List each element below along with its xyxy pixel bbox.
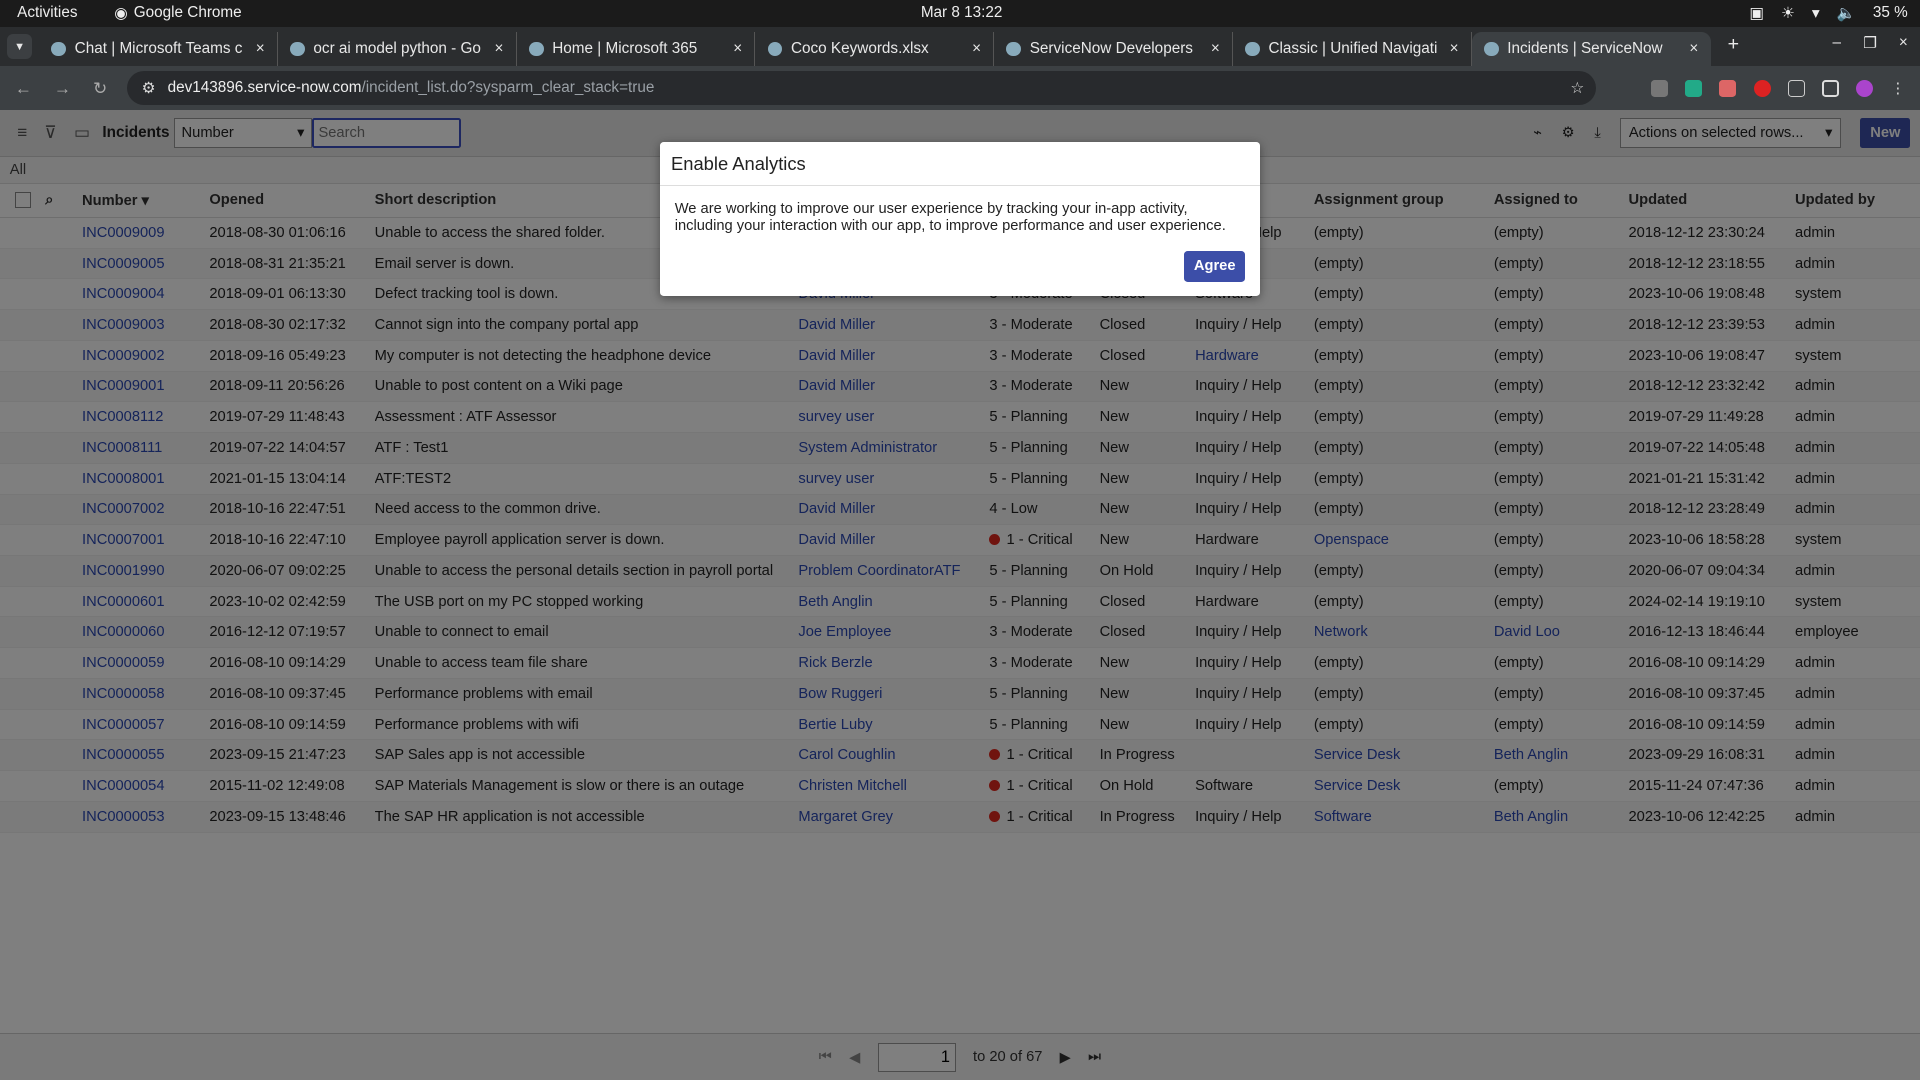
favicon-icon	[767, 41, 783, 57]
extension-icon[interactable]	[1684, 79, 1703, 97]
favicon-icon	[51, 41, 67, 57]
url-host: dev143896.service-now.com	[167, 79, 362, 97]
browser-tab[interactable]: Incidents | ServiceNow ×	[1471, 31, 1711, 67]
brightness-icon: ☀	[1781, 4, 1795, 22]
side-panel-icon[interactable]	[1822, 79, 1840, 97]
stop-extension-icon[interactable]	[1753, 79, 1771, 97]
chrome-icon: ◉	[114, 4, 128, 22]
app-menu[interactable]: ◉ Google Chrome	[114, 4, 241, 23]
enable-analytics-dialog: Enable Analytics We are working to impro…	[660, 142, 1260, 297]
tab-title: Classic | Unified Navigati	[1268, 39, 1438, 57]
activities-button[interactable]: Activities	[17, 4, 77, 22]
address-bar-row: ← → ↻ ⚙ dev143896.service-now.com/incident_…	[0, 66, 1920, 111]
battery-level: 35 %	[1872, 4, 1908, 22]
favicon-icon	[1245, 41, 1260, 57]
tab-search-button[interactable]: ▼	[7, 34, 32, 59]
clock[interactable]: Mar 8 13:22	[921, 4, 1003, 22]
dialog-title: Enable Analytics	[660, 142, 1260, 187]
agree-button[interactable]: Agree	[1184, 250, 1246, 282]
tab-title: Coco Keywords.xlsx	[790, 39, 929, 57]
teams-icon: ▣	[1749, 4, 1764, 22]
tab-title: Chat | Microsoft Teams c	[74, 39, 243, 57]
system-tray[interactable]: ▣ ☀ ▾ 🔈 35 %	[1749, 4, 1907, 23]
close-tab-icon[interactable]: ×	[1450, 40, 1459, 58]
tab-strip: ▼ Chat | Microsoft Teams c × ocr ai model …	[0, 26, 1920, 67]
reload-icon[interactable]: ↻	[93, 78, 107, 99]
close-tab-icon[interactable]: ×	[495, 40, 504, 58]
tab-title: Incidents | ServiceNow	[1507, 39, 1663, 57]
favicon-icon	[290, 41, 305, 57]
url-bar[interactable]: ⚙ dev143896.service-now.com/incident_list…	[126, 71, 1597, 106]
tab-title: Home | Microsoft 365	[552, 39, 698, 57]
browser-tab[interactable]: Chat | Microsoft Teams c ×	[39, 31, 278, 67]
browser-tab[interactable]: ocr ai model python - Go ×	[278, 31, 517, 67]
tab-title: ServiceNow Developers	[1029, 39, 1193, 57]
close-tab-icon[interactable]: ×	[1689, 40, 1698, 58]
wifi-icon: ▾	[1811, 4, 1820, 22]
screen: Activities ◉ Google Chrome Mar 8 13:22 ▣ ☀…	[0, 0, 1920, 1080]
forward-icon[interactable]: →	[54, 78, 71, 99]
browser-tab[interactable]: Classic | Unified Navigati ×	[1233, 31, 1472, 67]
minimize-icon[interactable]: –	[1833, 34, 1842, 53]
app-name: Google Chrome	[133, 4, 242, 22]
site-info-icon[interactable]: ⚙	[142, 79, 156, 98]
bookmark-star-icon[interactable]: ☆	[1570, 79, 1584, 98]
tab-title: ocr ai model python - Go	[313, 39, 481, 57]
extension-icon[interactable]	[1650, 79, 1668, 97]
browser-tab[interactable]: Home | Microsoft 365 ×	[517, 31, 756, 67]
window-controls: – ❐ ×	[1833, 34, 1908, 53]
url-path: /incident_list.do?sysparm_clear_stack=tr…	[361, 79, 655, 97]
puzzle-icon[interactable]	[1787, 79, 1805, 97]
maximize-icon[interactable]: ❐	[1863, 34, 1877, 53]
favicon-icon	[1484, 41, 1499, 57]
close-tab-icon[interactable]: ×	[256, 40, 265, 58]
browser-tab[interactable]: ServiceNow Developers ×	[994, 31, 1233, 67]
shield-extension-icon[interactable]	[1719, 79, 1737, 97]
favicon-icon	[1006, 41, 1022, 57]
extensions: ⋮	[1650, 79, 1906, 97]
close-tab-icon[interactable]: ×	[1211, 40, 1220, 58]
menu-icon[interactable]: ⋮	[1891, 80, 1906, 97]
os-top-bar: Activities ◉ Google Chrome Mar 8 13:22 ▣ ☀…	[0, 0, 1920, 27]
close-window-icon[interactable]: ×	[1899, 34, 1908, 53]
close-tab-icon[interactable]: ×	[733, 40, 742, 58]
close-tab-icon[interactable]: ×	[972, 40, 981, 58]
favicon-icon	[528, 41, 544, 57]
profile-avatar[interactable]	[1856, 79, 1874, 97]
back-icon[interactable]: ←	[15, 78, 32, 99]
volume-icon: 🔈	[1836, 4, 1856, 22]
new-tab-button[interactable]: +	[1728, 33, 1739, 56]
browser-tab[interactable]: Coco Keywords.xlsx ×	[755, 31, 995, 67]
dialog-body: We are working to improve our user exper…	[674, 200, 1226, 234]
